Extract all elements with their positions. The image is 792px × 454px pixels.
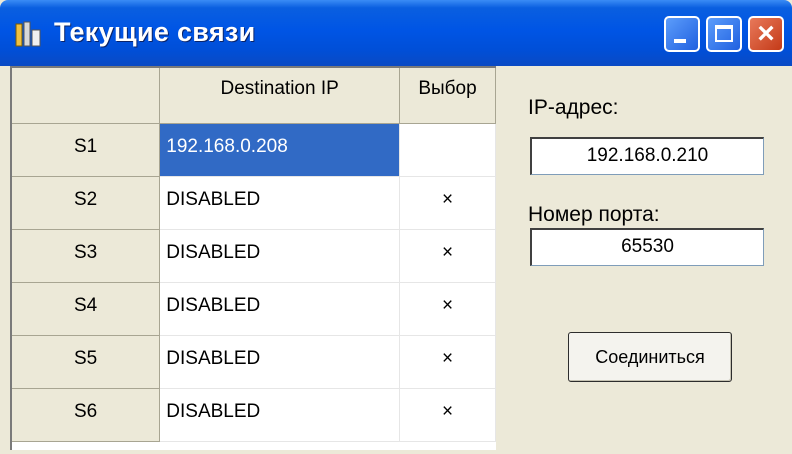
table-row[interactable]: S6 DISABLED × [12,388,496,442]
destination-ip-cell[interactable]: DISABLED [159,335,401,389]
connections-grid[interactable]: Destination IP Выбор S1 192.168.0.208 S2 DI… [10,66,496,454]
select-cell[interactable]: × [399,229,496,283]
connect-button[interactable]: Соединиться [568,332,732,382]
title-bar[interactable]: Текущие связи × [0,0,792,66]
row-header[interactable]: S4 [12,282,161,336]
maximize-button[interactable] [706,16,742,52]
table-row[interactable]: S5 DISABLED × [12,335,496,389]
row-header[interactable]: S6 [12,388,161,442]
destination-ip-cell[interactable]: DISABLED [159,229,401,283]
port-number-label: Номер порта: [528,203,660,226]
row-header[interactable]: S2 [12,176,161,230]
destination-ip-cell[interactable]: DISABLED [159,388,401,442]
minimize-button[interactable] [664,16,700,52]
table-row[interactable]: S2 DISABLED × [12,176,496,230]
grid-header-row: Destination IP Выбор [12,68,496,124]
select-cell[interactable] [399,123,496,177]
column-header-select[interactable]: Выбор [399,68,496,124]
destination-ip-cell[interactable]: 192.168.0.208 [159,123,401,177]
select-cell[interactable]: × [399,335,496,389]
select-cell[interactable]: × [399,176,496,230]
port-number-input[interactable]: 65530 [530,228,764,266]
row-header[interactable]: S3 [12,229,161,283]
table-row[interactable]: S1 192.168.0.208 [12,123,496,177]
table-row[interactable]: S3 DISABLED × [12,229,496,283]
destination-ip-cell[interactable]: DISABLED [159,176,401,230]
destination-ip-cell[interactable]: DISABLED [159,282,401,336]
close-button[interactable]: × [748,16,784,52]
grid-bottom-edge [10,450,496,454]
column-header-destination-ip[interactable]: Destination IP [159,68,401,124]
ip-address-label: IP-адрес: [528,96,619,119]
ip-address-input[interactable]: 192.168.0.210 [530,137,764,175]
window-title: Текущие связи [54,17,256,47]
row-header[interactable]: S5 [12,335,161,389]
select-cell[interactable]: × [399,388,496,442]
app-icon [15,21,41,47]
row-header[interactable]: S1 [12,123,161,177]
select-cell[interactable]: × [399,282,496,336]
table-row[interactable]: S4 DISABLED × [12,282,496,336]
corner-header [12,68,161,124]
close-icon: × [757,17,775,50]
connections-window: Текущие связи × Destination IP Выбор S1 1… [0,0,792,454]
